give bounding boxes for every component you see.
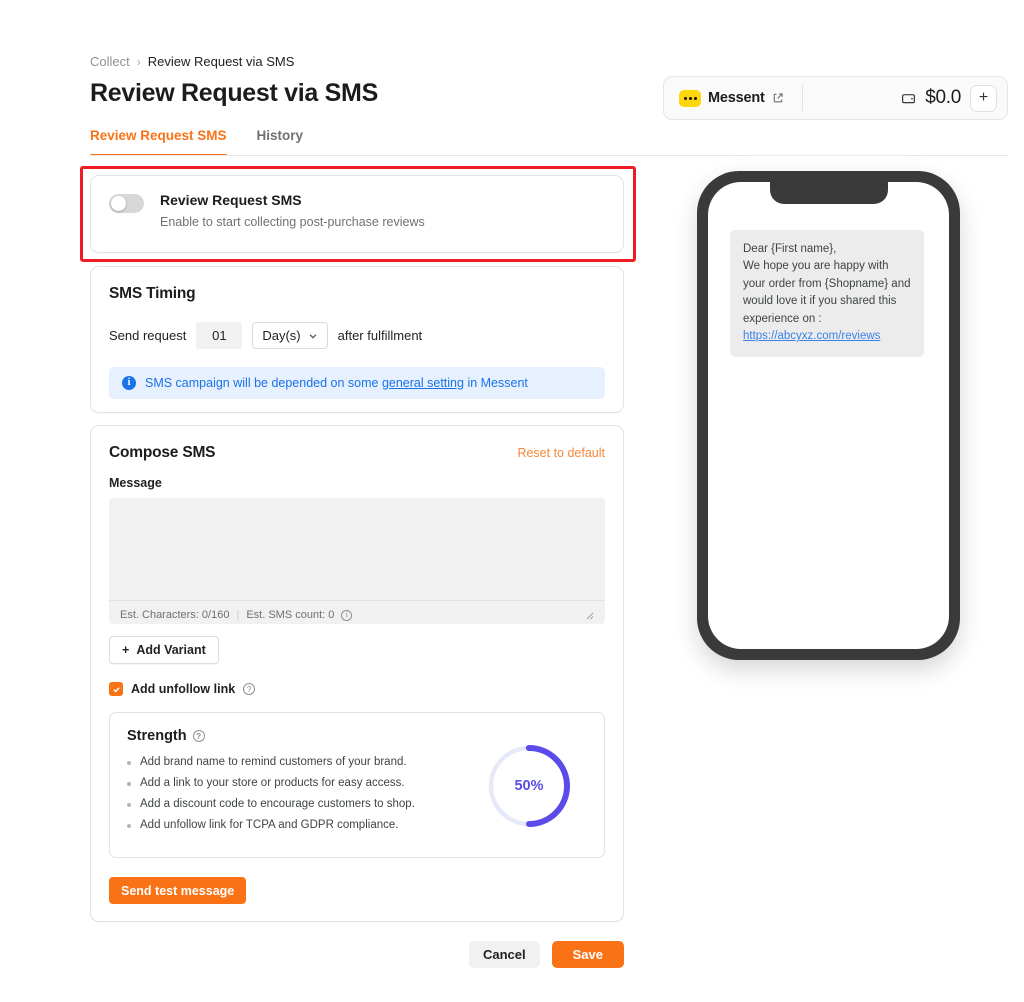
message-editor: Est. Characters: 0/160 | Est. SMS count:… xyxy=(109,498,605,624)
info-prefix: SMS campaign will be depended on some xyxy=(145,376,382,390)
phone-screen: Dear {First name}, We hope you are happy… xyxy=(708,182,949,649)
info-banner: i SMS campaign will be depended on some … xyxy=(109,367,605,399)
info-suffix: in Messent xyxy=(463,376,528,390)
add-unfollow-link-label: Add unfollow link xyxy=(131,682,236,696)
page-root: Collect › Review Request via SMS Review … xyxy=(0,0,1024,1002)
chevron-down-icon xyxy=(308,331,318,341)
list-item: Add unfollow link for TCPA and GDPR comp… xyxy=(127,819,485,831)
breadcrumb-current: Review Request via SMS xyxy=(147,54,295,69)
add-unfollow-link-checkbox[interactable] xyxy=(109,682,123,696)
enable-card-title: Review Request SMS xyxy=(160,192,302,208)
char-count: Est. Characters: 0/160 xyxy=(120,609,230,621)
delay-quantity-input[interactable] xyxy=(196,322,243,349)
send-request-label: Send request xyxy=(109,328,187,343)
strength-panel: Strength ? Add brand name to remind cust… xyxy=(109,712,605,858)
footer-actions: Cancel Save xyxy=(90,941,624,968)
sms-timing-title: SMS Timing xyxy=(109,285,196,302)
add-credit-button[interactable]: + xyxy=(970,84,997,112)
message-input[interactable] xyxy=(109,498,605,595)
balance-amount: $0.0 xyxy=(925,87,961,108)
message-meta-bar: Est. Characters: 0/160 | Est. SMS count:… xyxy=(109,600,605,624)
bullet-icon xyxy=(127,782,131,786)
info-icon: i xyxy=(122,376,136,390)
tip-text: Add a link to your store or products for… xyxy=(140,777,405,789)
question-mark-icon[interactable]: ? xyxy=(243,683,256,695)
add-variant-button[interactable]: + Add Variant xyxy=(109,636,219,664)
page-title: Review Request via SMS xyxy=(90,79,378,107)
tab-review-request-sms[interactable]: Review Request SMS xyxy=(90,128,227,156)
tab-bar-divider xyxy=(90,155,1008,156)
delay-unit-value: Day(s) xyxy=(262,328,301,343)
phone-preview: Dear {First name}, We hope you are happy… xyxy=(697,171,960,660)
message-label: Message xyxy=(109,476,162,490)
strength-donut-chart: 50% xyxy=(485,742,573,830)
info-icon[interactable]: i xyxy=(341,609,353,621)
enable-review-request-card: Review Request SMS Enable to start colle… xyxy=(90,175,624,253)
compose-sms-card: Compose SMS Reset to default Message Est… xyxy=(90,425,624,922)
account-widget: Messent $0.0 + xyxy=(663,76,1008,120)
balance-group: $0.0 + xyxy=(901,84,1007,112)
strength-title-text: Strength xyxy=(127,728,187,744)
external-link-icon[interactable] xyxy=(772,92,784,104)
tab-history[interactable]: History xyxy=(257,128,304,156)
three-dots-logo-icon xyxy=(679,89,701,107)
cancel-button[interactable]: Cancel xyxy=(468,941,540,968)
resize-grip-icon[interactable] xyxy=(584,610,594,620)
sms-preview-body: Dear {First name}, We hope you are happy… xyxy=(743,243,911,325)
sms-count: Est. SMS count: 0 xyxy=(246,609,335,621)
review-request-sms-toggle[interactable] xyxy=(109,194,144,213)
after-fulfillment-label: after fulfillment xyxy=(337,328,423,343)
save-button[interactable]: Save xyxy=(551,941,624,968)
general-setting-link[interactable]: general setting xyxy=(382,376,464,390)
question-mark-icon[interactable]: ? xyxy=(192,730,205,742)
sms-timing-card: SMS Timing Send request Day(s) after ful… xyxy=(90,266,624,413)
enable-card-subtitle: Enable to start collecting post-purchase… xyxy=(160,215,425,229)
strength-percent-label: 50% xyxy=(514,778,544,794)
sms-preview-bubble: Dear {First name}, We hope you are happy… xyxy=(730,230,924,357)
list-item: Add a link to your store or products for… xyxy=(127,777,485,789)
bullet-icon xyxy=(127,803,131,807)
compose-sms-title: Compose SMS xyxy=(109,444,216,461)
brand-link[interactable]: Messent xyxy=(664,89,784,107)
add-variant-label: Add Variant xyxy=(136,643,206,657)
tip-text: Add unfollow link for TCPA and GDPR comp… xyxy=(140,819,399,831)
send-test-message-button[interactable]: Send test message xyxy=(109,877,247,904)
wallet-icon xyxy=(901,91,916,106)
brand-name: Messent xyxy=(708,90,765,106)
toggle-knob xyxy=(111,196,126,211)
tip-text: Add a discount code to encourage custome… xyxy=(140,798,415,810)
strength-title: Strength ? xyxy=(127,728,485,744)
tip-text: Add brand name to remind customers of yo… xyxy=(140,756,407,768)
info-banner-text: SMS campaign will be depended on some ge… xyxy=(145,376,528,390)
sms-preview-link[interactable]: https://abcyxz.com/reviews xyxy=(743,328,911,345)
list-item: Add a discount code to encourage custome… xyxy=(127,798,485,810)
add-unfollow-link-row: Add unfollow link ? xyxy=(109,682,605,696)
bullet-icon xyxy=(127,761,131,765)
divider xyxy=(801,85,803,111)
bullet-icon xyxy=(127,824,131,828)
strength-tip-list: Add brand name to remind customers of yo… xyxy=(127,756,485,831)
delay-unit-select[interactable]: Day(s) xyxy=(252,322,328,349)
breadcrumb-parent[interactable]: Collect xyxy=(90,54,130,69)
reset-to-default-link[interactable]: Reset to default xyxy=(517,446,605,460)
phone-notch xyxy=(769,182,888,204)
list-item: Add brand name to remind customers of yo… xyxy=(127,756,485,768)
tab-bar: Review Request SMS History xyxy=(90,128,1008,156)
plus-icon: + xyxy=(122,643,130,657)
meta-separator: | xyxy=(236,609,240,621)
chevron-right-icon: › xyxy=(136,54,141,69)
breadcrumb: Collect › Review Request via SMS xyxy=(90,54,294,69)
